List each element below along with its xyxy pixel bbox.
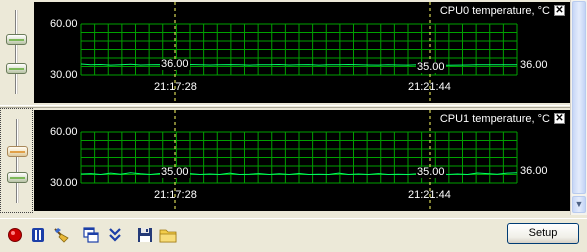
cpu0-range-top-slider[interactable] — [6, 34, 27, 45]
chart-title: CPU1 temperature, °C — [439, 113, 550, 125]
broom-icon[interactable] — [52, 226, 70, 244]
cpu0-panel: 60.00 30.00 21:17:28 21:21:44 CPU0 tempe… — [0, 0, 570, 105]
y-tick-bottom: 30.00 — [50, 177, 78, 189]
cpu1-slider-area — [0, 108, 33, 213]
cursor-value-label: 35.00 — [160, 166, 190, 178]
cpu1-range-bottom-slider[interactable] — [7, 172, 28, 183]
folder-icon[interactable] — [159, 226, 177, 244]
x-tick-label: 21:21:44 — [408, 189, 451, 201]
y-tick-top: 60.00 — [50, 126, 78, 138]
close-icon[interactable]: ✕ — [554, 5, 565, 16]
close-icon[interactable]: ✕ — [554, 113, 565, 124]
bottom-toolbar — [0, 218, 587, 252]
x-tick-label: 21:17:28 — [154, 189, 197, 201]
setup-button[interactable]: Setup — [507, 223, 579, 244]
cpu0-range-bottom-slider[interactable] — [6, 63, 27, 74]
y-tick-bottom: 30.00 — [50, 69, 78, 81]
cpu0-slider-area — [0, 0, 33, 105]
cpu0-chart-svg — [80, 2, 518, 103]
cpu0-slider-track — [15, 10, 18, 94]
cpu1-graph[interactable]: 60.00 30.00 21:17:28 21:21:44 CPU1 tempe… — [34, 110, 570, 211]
cursor-value-label: 36.00 — [160, 58, 190, 70]
windows-icon[interactable] — [82, 226, 100, 244]
scrollbar-thumb[interactable] — [572, 1, 586, 194]
x-tick-label: 21:21:44 — [408, 81, 451, 93]
cpu1-panel: 60.00 30.00 21:17:28 21:21:44 CPU1 tempe… — [0, 108, 570, 213]
cpu1-slider-track — [16, 119, 19, 203]
x-tick-label: 21:17:28 — [154, 81, 197, 93]
scroll-down-icon[interactable]: ▼ — [572, 196, 586, 213]
cpu1-range-top-slider[interactable] — [7, 146, 28, 157]
cursor-value-label: 35.00 — [416, 61, 446, 73]
chart-title: CPU0 temperature, °C — [439, 5, 550, 17]
current-value-label: 36.00 — [520, 165, 548, 177]
double-chevron-down-icon[interactable] — [106, 226, 124, 244]
vertical-scrollbar[interactable]: ▼ — [570, 0, 587, 215]
cpu0-graph[interactable]: 60.00 30.00 21:17:28 21:21:44 CPU0 tempe… — [34, 2, 570, 103]
y-tick-top: 60.00 — [50, 18, 78, 30]
current-value-label: 36.00 — [520, 59, 548, 71]
floppy-disk-icon[interactable] — [136, 226, 154, 244]
record-icon[interactable] — [6, 226, 24, 244]
pause-icon[interactable] — [29, 226, 47, 244]
cursor-value-label: 35.00 — [416, 166, 446, 178]
cpu1-chart-svg — [80, 110, 518, 211]
